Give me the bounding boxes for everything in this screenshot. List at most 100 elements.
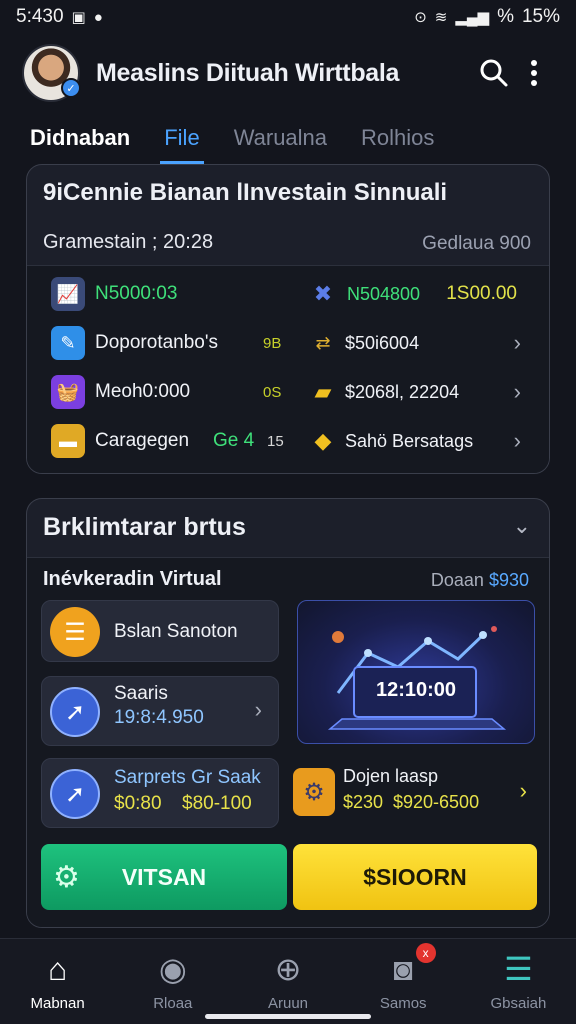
tile-saaris[interactable]: ➚ Saaris 19:8:4.950 › — [41, 676, 279, 746]
avatar[interactable]: ✓ — [22, 44, 81, 102]
side-item-value-a: $230 — [343, 792, 384, 812]
summary-title: 9iCennie Bianan lInvestain Sinnuali — [43, 179, 448, 206]
notification-icon: ▣ — [71, 9, 86, 26]
asset-row[interactable]: 📈 N5000:03 ✖ N504800 1S00.00 — [27, 270, 549, 318]
nav-label: Samos — [379, 995, 427, 1012]
nav-label: Aruun — [267, 995, 309, 1012]
balance-value: $930 — [488, 570, 529, 590]
notification-badge: x — [415, 943, 436, 963]
simulator-subtitle: Inévkeradin Virtual — [43, 568, 222, 590]
signal-text: % — [497, 6, 514, 27]
nav-label: Gbsaiah — [490, 995, 547, 1012]
laptop-chart-illustration — [327, 626, 507, 730]
asset-row[interactable]: 🧺 Meoh0:000 0S ▰ $2068l, 22204 › — [27, 368, 549, 416]
simulator-card: Brklimtarar brtus ⌄ Inévkeradin Virtual … — [26, 498, 550, 928]
plus-circle-icon: ⊕ — [274, 951, 302, 987]
asset-value: N504800 — [347, 283, 421, 304]
home-icon: ⌂ — [47, 950, 68, 987]
simulator-body: Inévkeradin Virtual Doaan $930 ☰ Bslan S… — [27, 557, 549, 927]
nav-label: Rloaa — [153, 995, 193, 1012]
tab-bar: Didnaban File Warualna Rolhios — [0, 112, 576, 164]
asset-tag: 0S — [263, 383, 282, 401]
compass-icon: ➚ — [50, 687, 100, 737]
arrows-icon: ⇄ — [315, 332, 331, 353]
asset-value: $50i6004 — [345, 332, 420, 353]
side-item[interactable]: ⚙ Dojen laasp $230 $920-6500 › — [289, 758, 535, 828]
tile-label: Sarprets Gr Saak — [114, 767, 261, 788]
tile-sarprets[interactable]: ➚ Sarprets Gr Saak $0:80 $80-100 — [41, 758, 279, 828]
balance-label: Doaan — [430, 570, 484, 590]
tab-warualna[interactable]: Warualna — [234, 112, 327, 164]
edit-icon: ✎ — [51, 326, 85, 360]
camera-icon: ◙ — [393, 950, 413, 987]
asset-label: N5000:03 — [95, 283, 178, 304]
nav-item-camera[interactable]: ◙ x Samos — [346, 939, 461, 1024]
gear-check-icon: ⚙ — [53, 860, 80, 894]
basket-icon: 🧺 — [51, 375, 85, 409]
tile-label: Saaris — [114, 683, 168, 704]
tab-file[interactable]: File — [160, 112, 205, 164]
chevron-right-icon: › — [519, 778, 527, 803]
alert-icon: ● — [93, 8, 103, 26]
asset-tag: 9B — [263, 334, 282, 352]
asset-label: Caragegen — [95, 430, 190, 451]
nav-item-menu[interactable]: ☰ Gbsaiah — [461, 939, 576, 1024]
more-vertical-icon — [531, 60, 537, 86]
tile-value: 19:8:4.950 — [114, 707, 204, 728]
more-menu-button[interactable] — [514, 53, 554, 93]
chart-preview-tile[interactable]: 12:10:00 — [297, 600, 535, 744]
tab-rolhios[interactable]: Rolhios — [361, 112, 434, 164]
asset-row[interactable]: ▬ Caragegen Ge 4 15 ◆ Sahö Bersatags › — [27, 417, 549, 465]
vitsan-button-label: VITSAN — [121, 863, 207, 890]
gold-bar-icon: ▰ — [314, 379, 332, 404]
tile-label: Bslan Sanoton — [114, 621, 238, 642]
signal-icon: ▂▄▆ — [455, 9, 490, 26]
simulator-balance: Doaan $930 — [431, 570, 529, 591]
app-title: Measlins Diituah Wirttbala — [96, 58, 400, 87]
asset-label-accent: Ge 4 — [213, 430, 255, 451]
verified-badge-icon: ✓ — [61, 78, 81, 98]
asset-row[interactable]: ✎ Doporotanbo's 9B ⇄ $50i6004 › — [27, 319, 549, 367]
laptop-value: 12:10:00 — [375, 679, 457, 701]
document-icon: ☰ — [50, 607, 100, 657]
chevron-right-icon: › — [254, 697, 262, 722]
coin-stack-icon: ◆ — [314, 428, 332, 453]
summary-subtitle-right: Gedlaua 900 — [422, 233, 531, 254]
simulator-card-header[interactable]: Brklimtarar brtus ⌄ — [27, 499, 549, 555]
tile-value-a: $0:80 — [114, 793, 162, 814]
compass-icon: ➚ — [50, 769, 100, 819]
sioorn-button[interactable]: $SIOORN — [293, 844, 537, 910]
user-icon: ◉ — [158, 951, 187, 987]
nav-item-add[interactable]: ⊕ Aruun — [230, 939, 345, 1024]
simulator-title: Brklimtarar brtus — [43, 513, 246, 541]
nav-item-profile[interactable]: ◉ Rloaa — [115, 939, 230, 1024]
asset-list: 📈 N5000:03 ✖ N504800 1S00.00 ✎ Doporotan… — [27, 265, 549, 473]
investment-summary-card: 9iCennie Bianan lInvestain Sinnuali Gram… — [26, 164, 550, 474]
sioorn-button-label: $SIOORN — [363, 863, 467, 890]
asset-label: Meoh0:000 — [95, 381, 191, 402]
wifi-icon: ≋ — [434, 9, 448, 26]
status-time: 5:430 — [16, 6, 64, 27]
chart-icon: 📈 — [51, 277, 85, 311]
asset-tag: 15 — [267, 432, 284, 450]
asset-label: Doporotanbo's — [95, 332, 218, 353]
alarm-icon: ⊙ — [414, 9, 427, 26]
gear-doc-icon: ⚙ — [293, 768, 335, 816]
home-indicator — [205, 1014, 371, 1019]
nav-item-home[interactable]: ⌂ Mabnan — [0, 939, 115, 1024]
search-button[interactable] — [474, 53, 514, 93]
battery-level: 15% — [521, 6, 560, 27]
tab-didnaban[interactable]: Didnaban — [30, 112, 130, 164]
asset-amount: 1S00.00 — [446, 283, 517, 304]
summary-subtitle: Gramestain ; 20:28 — [43, 231, 214, 253]
tile-document[interactable]: ☰ Bslan Sanoton — [41, 600, 279, 662]
side-item-label: Dojen laasp — [343, 766, 439, 786]
tile-value-b: $80-100 — [182, 793, 252, 814]
search-icon — [480, 59, 508, 87]
vitsan-button[interactable]: ⚙ VITSAN — [41, 844, 287, 910]
app-header: ✓ Measlins Diituah Wirttbala — [0, 42, 576, 104]
nav-label: Mabnan — [30, 995, 85, 1012]
asset-value: $2068l, 22204 — [345, 381, 460, 402]
asset-value: Sahö Bersatags — [345, 430, 474, 451]
status-bar: 5:430 ▣ ● ⊙ ≋ ▂▄▆ % 15% — [0, 0, 576, 34]
